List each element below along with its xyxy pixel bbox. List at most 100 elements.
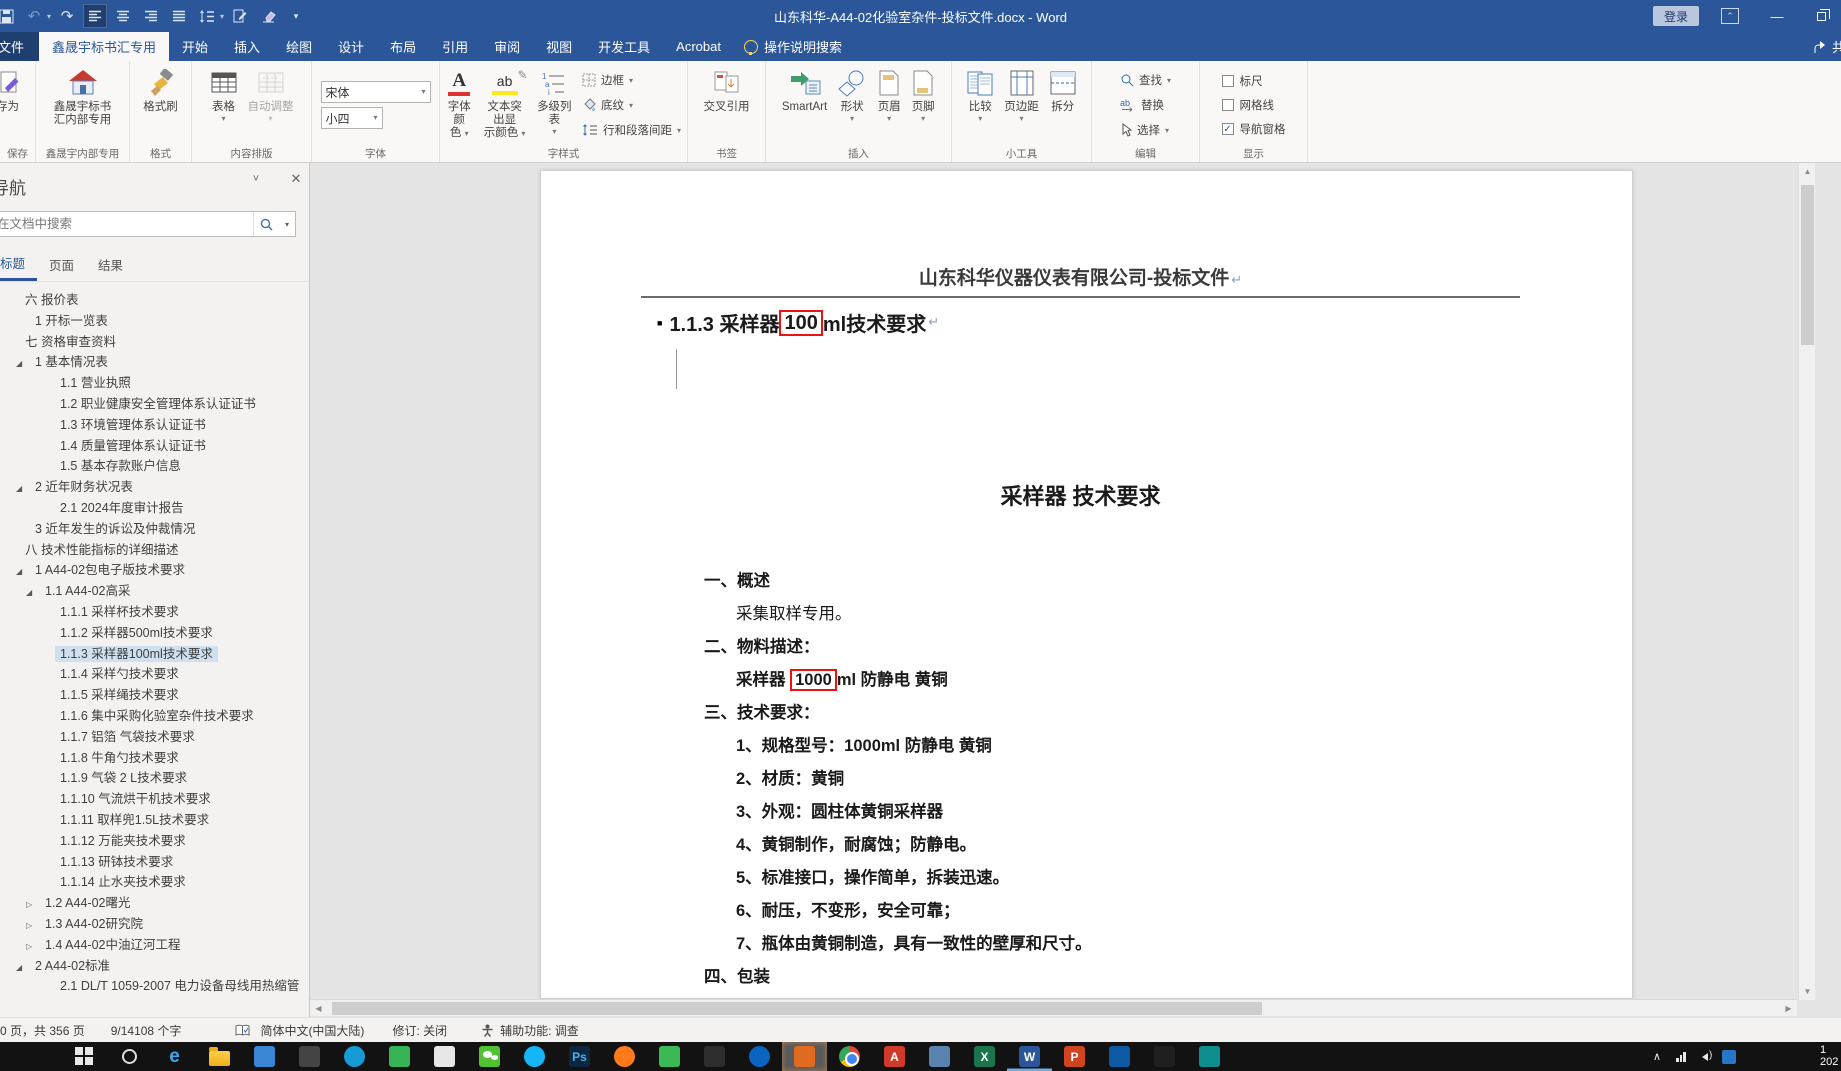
redo-icon[interactable]: ↷ <box>55 4 79 28</box>
ribbon-tab[interactable]: Acrobat <box>663 32 734 61</box>
nav-tree-item[interactable]: 1.1.1 采样杯技术要求 <box>0 602 309 623</box>
search-icon[interactable] <box>107 1042 152 1071</box>
expand-arrow-icon[interactable]: ◢ <box>26 583 40 604</box>
firefox-icon[interactable] <box>602 1042 647 1071</box>
table-button[interactable]: 表格 ▾ <box>206 64 242 146</box>
vertical-scroll-thumb[interactable] <box>1801 185 1814 345</box>
align-right-icon[interactable] <box>139 4 163 28</box>
language-status[interactable]: 简体中文(中国大陆) <box>260 1022 364 1039</box>
nav-tree-item[interactable]: 1.2 职业健康安全管理体系认证证书 <box>0 394 309 415</box>
ribbon-tab[interactable]: 视图 <box>533 32 585 61</box>
cross-reference-button[interactable]: 交叉引用 <box>700 64 754 146</box>
nav-close-icon[interactable]: ✕ <box>284 167 308 191</box>
app-icon-13[interactable] <box>1142 1042 1187 1071</box>
accessibility-icon[interactable] <box>481 1024 494 1037</box>
volume-icon[interactable] <box>1693 1042 1717 1071</box>
edge-icon[interactable]: e <box>152 1042 197 1071</box>
custom-home-button[interactable]: 鑫晟宇标书 汇内部专用 <box>50 64 116 146</box>
app-icon-1[interactable] <box>242 1042 287 1071</box>
vertical-scrollbar[interactable]: ▲ ▼ <box>1798 163 1815 1000</box>
nav-tree-item[interactable]: ◢ 1.1 A44-02高采 <box>0 581 309 602</box>
nav-tree-item[interactable]: ▷ 1.3 A44-02研究院 <box>0 914 309 935</box>
nav-tree-item[interactable]: 1.1.14 止水夹技术要求 <box>0 872 309 893</box>
text-highlight-button[interactable]: ab ✎ 文本突出显 示颜色 ▾ <box>479 64 531 146</box>
nav-tree-item[interactable]: 1.1.11 取样兜1.5L技术要求 <box>0 810 309 831</box>
footer-button[interactable]: 页脚 ▾ <box>907 64 939 146</box>
minimize-button[interactable]: — <box>1762 6 1792 26</box>
nav-tree-item[interactable]: 1.1.4 采样勺技术要求 <box>0 664 309 685</box>
scroll-up-icon[interactable]: ▲ <box>1799 163 1816 180</box>
autofit-button[interactable]: 自动调整 ▾ <box>244 64 298 146</box>
word-count-status[interactable]: 9/14108 个字 <box>111 1022 182 1039</box>
tell-me-search[interactable]: 操作说明搜索 <box>734 32 852 61</box>
nav-tree-item[interactable]: 1.1.6 集中采购化验室杂件技术要求 <box>0 706 309 727</box>
eraser-format-icon[interactable] <box>256 4 280 28</box>
nav-tree-item[interactable]: 六 报价表 <box>0 290 309 311</box>
expand-arrow-icon[interactable]: ◢ <box>16 958 30 979</box>
expand-arrow-icon[interactable]: ◢ <box>16 354 30 375</box>
expand-arrow-icon[interactable]: ▷ <box>26 916 40 937</box>
search-dropdown-icon[interactable]: ▾ <box>279 212 295 236</box>
shapes-button[interactable]: 形状 ▾ <box>833 64 871 146</box>
find-button[interactable]: 查找 ▾ <box>1120 69 1171 91</box>
ribbon-tab[interactable]: 插入 <box>221 32 273 61</box>
nav-tree-item[interactable]: ◢ 2 近年财务状况表 <box>0 477 309 498</box>
ribbon-tab[interactable]: 文件 <box>0 32 40 61</box>
nav-tree-item[interactable]: ◢ 1 基本情况表 <box>0 352 309 373</box>
app-icon-2[interactable] <box>287 1042 332 1071</box>
qq-icon[interactable] <box>512 1042 557 1071</box>
smartart-button[interactable]: SmartArt <box>778 64 831 146</box>
app-icon-9[interactable]: A <box>872 1042 917 1071</box>
line-paragraph-spacing-button[interactable]: 行和段落间距 ▾ <box>582 119 681 141</box>
align-left-icon[interactable] <box>83 4 108 28</box>
app-icon-12[interactable] <box>1097 1042 1142 1071</box>
app-icon-6[interactable] <box>647 1042 692 1071</box>
nav-tree-item[interactable]: ▷ 1.4 A44-02中油辽河工程 <box>0 935 309 956</box>
compare-button[interactable]: 比较 ▾ <box>962 64 998 146</box>
nav-tab[interactable]: 页面 <box>37 247 86 281</box>
sign-in-button[interactable]: 登录 <box>1653 6 1699 26</box>
app-icon-10[interactable] <box>917 1042 962 1071</box>
nav-tree-item[interactable]: 八 技术性能指标的详细描述 <box>0 540 309 561</box>
nav-tab[interactable]: 标题 <box>0 247 38 281</box>
proofing-book-icon[interactable] <box>235 1024 250 1037</box>
app-icon-4[interactable] <box>377 1042 422 1071</box>
justify-icon[interactable] <box>167 4 191 28</box>
wechat-icon[interactable] <box>467 1042 512 1071</box>
horizontal-scroll-thumb[interactable] <box>332 1002 1262 1015</box>
ribbon-tab[interactable]: 开始 <box>169 32 221 61</box>
nav-tree-item[interactable]: 1.3 环境管理体系认证证书 <box>0 415 309 436</box>
share-button[interactable]: 共享 <box>1814 32 1841 61</box>
font-name-select[interactable]: 宋体 ▾ <box>320 81 431 103</box>
ribbon-display-options-icon[interactable]: ⌃ <box>1721 8 1739 24</box>
tray-expand-chevron-icon[interactable]: ∧ <box>1645 1042 1669 1071</box>
header-button[interactable]: 页眉 ▾ <box>873 64 905 146</box>
nav-tree-item[interactable]: 1.1.8 牛角勺技术要求 <box>0 748 309 769</box>
nav-tree-item[interactable]: ◢ 2 A44-02标准 <box>0 956 309 977</box>
accessibility-status[interactable]: 辅助功能: 调查 <box>500 1022 579 1039</box>
nav-tree-item[interactable]: 1.1 营业执照 <box>0 373 309 394</box>
nav-tree-item[interactable]: 2.1 2024年度审计报告 <box>0 498 309 519</box>
nav-tree-item[interactable]: 1.4 质量管理体系认证证书 <box>0 436 309 457</box>
ribbon-tab[interactable]: 绘图 <box>273 32 325 61</box>
ribbon-tab[interactable]: 鑫晟宇标书汇专用 <box>39 32 170 61</box>
select-button[interactable]: 选择 ▾ <box>1120 119 1171 141</box>
photoshop-icon[interactable]: Ps <box>557 1042 602 1071</box>
undo-dropdown-icon[interactable]: ▾ <box>47 12 51 21</box>
ribbon-tab[interactable]: 布局 <box>377 32 429 61</box>
nav-search-input[interactable] <box>0 217 253 231</box>
ribbon-tab[interactable]: 设计 <box>325 32 377 61</box>
save-as-button[interactable]: 存为 <box>0 64 25 146</box>
ribbon-tab[interactable]: 审阅 <box>481 32 533 61</box>
borders-button[interactable]: 边框 ▾ <box>582 69 681 91</box>
scroll-right-icon[interactable]: ▶ <box>1780 1000 1797 1017</box>
line-spacing-icon[interactable] <box>195 4 219 28</box>
multilevel-list-button[interactable]: 1ai 多级列表 ▾ <box>533 64 576 146</box>
edit-document-icon[interactable] <box>228 4 252 28</box>
gridlines-checkbox[interactable]: 网格线 <box>1221 95 1286 116</box>
nav-tree-item[interactable]: 1.1.5 采样绳技术要求 <box>0 685 309 706</box>
scroll-down-icon[interactable]: ▼ <box>1799 983 1816 1000</box>
app-icon-5[interactable] <box>422 1042 467 1071</box>
app-icon-8[interactable] <box>737 1042 782 1071</box>
nav-tree-item[interactable]: 3 近年发生的诉讼及仲裁情况 <box>0 519 309 540</box>
